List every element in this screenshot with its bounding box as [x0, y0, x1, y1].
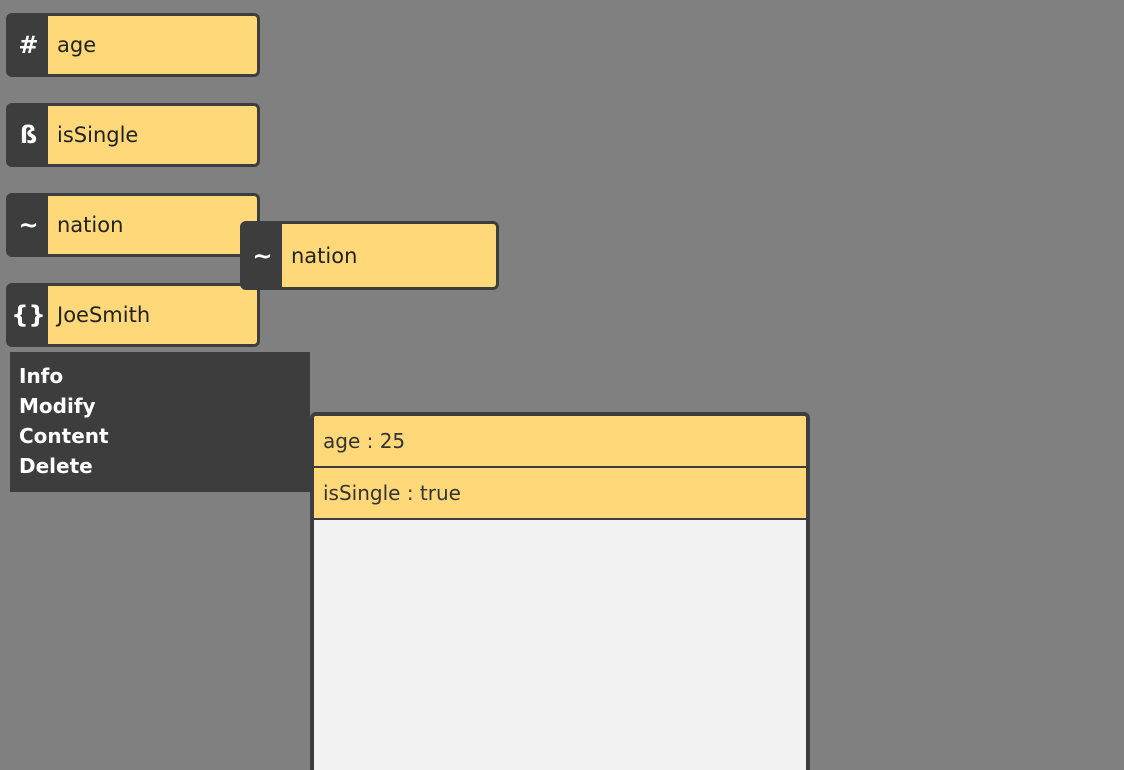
tilde-icon: ~: [243, 224, 282, 287]
variable-name: nation: [282, 224, 496, 287]
content-panel: age : 25 isSingle : true: [310, 412, 810, 770]
variable-name: JoeSmith: [48, 286, 257, 344]
menu-item-modify[interactable]: Modify: [10, 391, 310, 421]
variable-block-nation[interactable]: ~ nation: [6, 193, 260, 257]
variable-block-age[interactable]: # age: [6, 13, 260, 77]
content-row-age[interactable]: age : 25: [314, 416, 806, 468]
hash-icon: #: [9, 16, 48, 74]
braces-icon: {}: [9, 286, 48, 344]
dragged-variable-block-nation[interactable]: ~ nation: [240, 221, 499, 290]
variable-name: isSingle: [48, 106, 257, 164]
tilde-icon: ~: [9, 196, 48, 254]
menu-item-info[interactable]: Info: [10, 361, 310, 391]
content-row-issingle[interactable]: isSingle : true: [314, 468, 806, 520]
variable-name: age: [48, 16, 257, 74]
canvas: # age ß isSingle ~ nation {} JoeSmith ~ …: [0, 0, 1124, 770]
menu-item-delete[interactable]: Delete: [10, 451, 310, 481]
variable-name: nation: [48, 196, 257, 254]
variable-block-joesmith[interactable]: {} JoeSmith: [6, 283, 260, 347]
menu-item-content[interactable]: Content: [10, 421, 310, 451]
variable-block-issingle[interactable]: ß isSingle: [6, 103, 260, 167]
beta-icon: ß: [9, 106, 48, 164]
context-menu: Info Modify Content Delete: [10, 352, 310, 492]
